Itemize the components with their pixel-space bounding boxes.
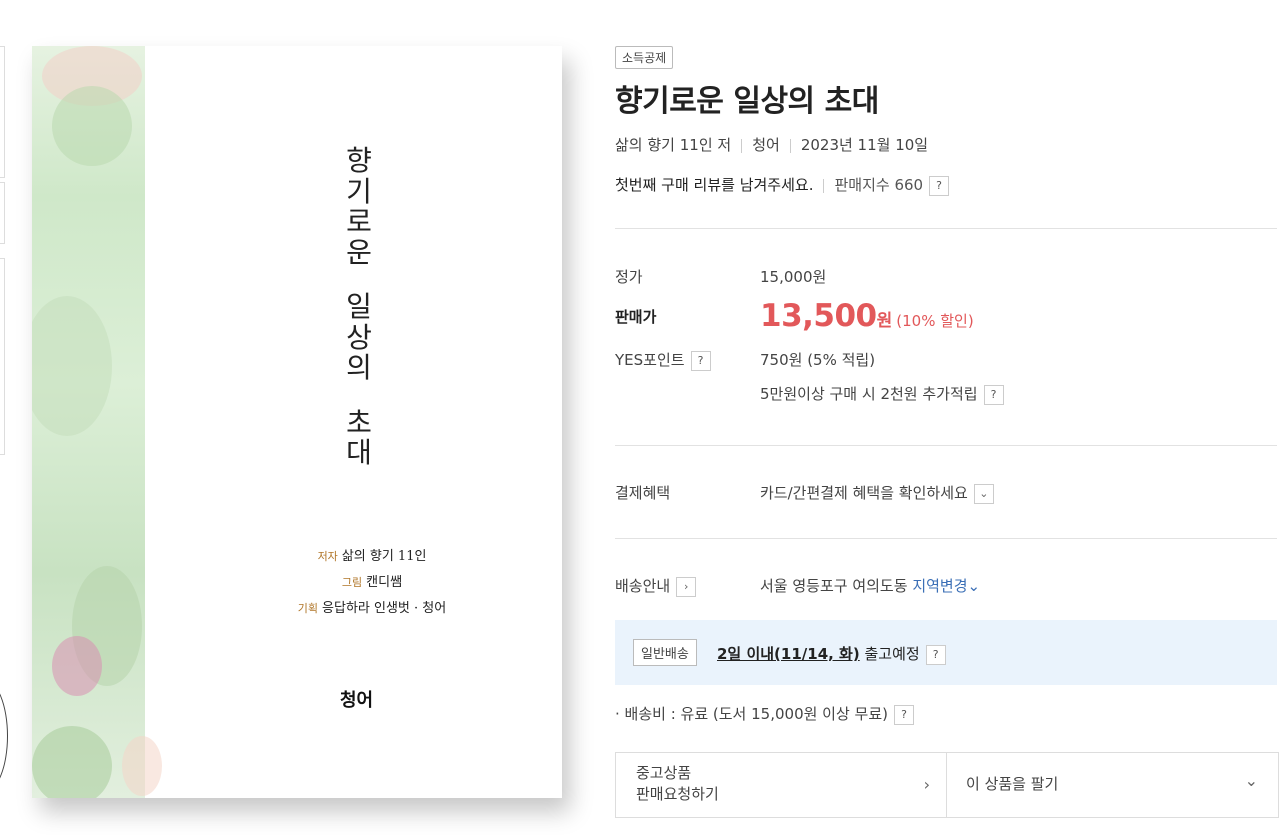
delivery-eta: 2일 이내(11/14, 화) 출고예정?	[717, 643, 946, 665]
chevron-right-icon: ›	[923, 775, 930, 794]
chevron-right-icon[interactable]: ›	[676, 576, 697, 597]
request-label: 판매요청하기	[636, 785, 719, 803]
help-icon[interactable]: ?	[929, 175, 950, 196]
delivery-estimate-box: 일반배송 2일 이내(11/14, 화) 출고예정?	[615, 620, 1277, 685]
sale-price-label: 판매가	[615, 308, 657, 326]
thumbnail-edge[interactable]	[0, 258, 5, 455]
cover-credits: 저자 삶의 향기 11인 그림 캔디쌤 기획 응답하라 인생벗 · 청어	[297, 549, 447, 616]
book-cover[interactable]: 향 기 로 운 일 상 의 초 대 저자 삶의 향기 11인 그림 캔디쌤 기획 응답…	[32, 46, 562, 798]
payment-benefit[interactable]: 카드/간편결제 혜택을 확인하세요 ⌄	[760, 482, 994, 504]
change-region-link[interactable]: 지역변경	[912, 577, 967, 595]
help-icon[interactable]: ?	[894, 704, 914, 725]
product-meta: 삶의 향기 11인 저 청어 2023년 11월 10일	[615, 134, 928, 155]
help-icon[interactable]: ?	[983, 384, 1004, 405]
author-link[interactable]: 삶의 향기 11인 저	[615, 136, 731, 154]
shipping-location: 서울 영등포구 여의도동 지역변경⌄	[760, 577, 981, 595]
publish-date: 2023년 11월 10일	[800, 136, 929, 154]
publisher-link[interactable]: 청어	[752, 136, 780, 154]
divider	[615, 445, 1277, 446]
thumbnail-edge[interactable]	[0, 182, 5, 244]
list-price-label: 정가	[615, 268, 643, 286]
divider	[615, 228, 1277, 229]
help-icon[interactable]: ?	[690, 350, 711, 371]
sale-price-unit: 원	[876, 311, 893, 331]
sales-index: 판매지수 660	[834, 176, 924, 194]
cover-vertical-title: 향 기 로 운 일 상 의 초 대	[346, 144, 372, 469]
list-price-value: 15,000원	[760, 268, 827, 286]
sale-price-value: 13,500	[760, 298, 877, 334]
shipping-label: 배송안내 ›	[615, 575, 697, 597]
divider	[615, 538, 1277, 539]
chevron-down-icon[interactable]: ⌄	[968, 577, 981, 595]
product-title: 향기로운 일상의 초대	[615, 84, 879, 119]
extra-points: 5만원이상 구매 시 2천원 추가적립?	[760, 383, 1004, 405]
carousel-control[interactable]	[0, 680, 8, 792]
shipping-fee: · 배송비 : 유료 (도서 15,000원 이상 무료)?	[615, 703, 914, 725]
discount-rate: (10% 할인)	[896, 312, 974, 330]
butterfly-illustration	[52, 636, 102, 696]
delivery-type-chip: 일반배송	[633, 639, 697, 666]
help-icon[interactable]: ?	[925, 644, 946, 665]
sale-price: 13,500원 (10% 할인)	[760, 298, 974, 334]
sell-this-item-dropdown[interactable]: 이 상품을 팔기	[966, 773, 1058, 794]
review-row: 첫번째 구매 리뷰를 남겨주세요. 판매지수 660?	[615, 174, 950, 196]
review-prompt-link[interactable]: 첫번째 구매 리뷰를 남겨주세요.	[615, 176, 813, 194]
eta-date[interactable]: 2일 이내(11/14, 화)	[717, 645, 860, 663]
payment-label: 결제혜택	[615, 484, 671, 502]
used-label: 중고상품	[636, 764, 692, 782]
used-product-box: 중고상품 판매요청하기 › 이 상품을 팔기 ⌄	[615, 752, 1279, 818]
used-sale-request-button[interactable]: 중고상품 판매요청하기 ›	[616, 753, 947, 817]
tax-deduction-badge: 소득공제	[615, 46, 674, 69]
yes-points-value: 750원 (5% 적립)	[760, 351, 876, 369]
chevron-down-icon[interactable]: ⌄	[1245, 771, 1258, 790]
publisher-logo: 청어	[340, 690, 374, 711]
cover-watercolor-band	[32, 46, 162, 798]
yes-points-label: YES포인트?	[615, 349, 711, 371]
thumbnail-edge[interactable]	[0, 46, 5, 178]
chevron-down-icon[interactable]: ⌄	[973, 483, 994, 504]
thumbnail-strip	[0, 0, 10, 835]
